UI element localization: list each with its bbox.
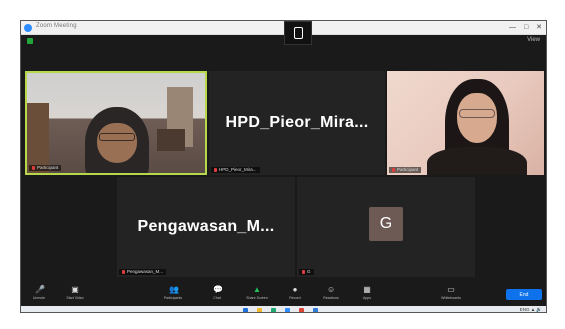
zoom-window: Zoom Meeting — □ ✕ View Participant HPD_… <box>20 20 547 313</box>
whiteboard-icon: ▭ <box>447 285 455 294</box>
mic-muted-icon: 🎤 <box>35 285 45 294</box>
participant-name-tag: HPD_Pieor_Mira... <box>211 167 260 173</box>
window-controls: — □ ✕ <box>503 23 542 31</box>
participant-body <box>427 147 527 175</box>
whiteboards-button[interactable]: ▭ Whiteboards <box>439 286 463 304</box>
windows-taskbar: ENG ▲ 🔊 <box>21 306 546 312</box>
mic-muted-icon <box>302 269 305 274</box>
participant-name: Participant <box>37 165 59 170</box>
mute-label: Unmute <box>32 296 46 300</box>
meeting-toolbar: 🎤 Unmute ▣ Start Video 👥 Participants 💬 … <box>21 283 546 306</box>
close-button[interactable]: ✕ <box>536 24 542 31</box>
end-meeting-button[interactable]: End <box>506 289 542 300</box>
apps-label: Apps <box>363 296 371 300</box>
minimize-button[interactable]: — <box>509 24 516 31</box>
video-tile-active-speaker[interactable]: Participant <box>25 71 207 175</box>
phone-share-icon <box>293 27 303 39</box>
participants-icon: 👥 <box>169 285 179 294</box>
file-explorer-icon[interactable] <box>257 307 262 312</box>
record-button[interactable]: ● Record <box>283 286 307 304</box>
participant-video <box>387 71 544 175</box>
participant-name-tag: Pengawasan_M... <box>119 269 167 275</box>
avatar: G <box>369 207 403 241</box>
participants-label: Participants <box>163 296 183 300</box>
mute-button[interactable]: 🎤 Unmute <box>27 286 51 304</box>
apps-button[interactable]: ▦ Apps <box>355 286 379 304</box>
reactions-label: Reactions <box>323 296 339 300</box>
video-tile[interactable]: Participant <box>387 71 544 175</box>
record-icon: ● <box>292 285 298 294</box>
participant-name-tag: Participant <box>389 167 422 173</box>
window-title: Zoom Meeting <box>36 23 77 29</box>
reactions-button[interactable]: ☺ Reactions <box>319 286 343 304</box>
mic-muted-icon <box>392 167 395 172</box>
participant-face <box>457 93 497 143</box>
participant-name: G <box>307 269 311 274</box>
edge-icon[interactable] <box>271 307 276 312</box>
system-tray[interactable]: ENG ▲ 🔊 <box>520 307 542 312</box>
video-label: Start Video <box>66 296 84 300</box>
participants-button[interactable]: 👥 Participants <box>161 286 185 304</box>
chat-button[interactable]: 💬 Chat <box>205 286 229 304</box>
security-shield-icon[interactable] <box>27 38 33 44</box>
zoom-logo-icon <box>24 24 32 32</box>
participant-display-name: Pengawasan_M... <box>137 218 275 235</box>
participant-name: Participant <box>397 167 419 172</box>
share-screen-label: Share Screen <box>246 296 268 300</box>
participant-name-tag: G <box>299 269 314 275</box>
windows-start-icon[interactable] <box>243 307 248 312</box>
participant-name: HPD_Pieor_Mira... <box>219 167 257 172</box>
apps-icon: ▦ <box>363 285 371 294</box>
mic-muted-icon <box>122 269 125 274</box>
video-tile-avatar[interactable]: G G <box>297 177 475 277</box>
maximize-button[interactable]: □ <box>524 24 528 31</box>
video-icon: ▣ <box>71 285 79 294</box>
screen-share-indicator[interactable] <box>284 21 312 45</box>
record-label: Record <box>289 296 301 300</box>
background-furniture <box>157 129 185 151</box>
participant-glasses <box>99 133 135 141</box>
participant-name-tag: Participant <box>29 165 62 171</box>
view-button[interactable]: View <box>527 37 540 43</box>
background-shelf <box>27 103 49 173</box>
chrome-icon[interactable] <box>299 307 304 312</box>
chat-icon: 💬 <box>213 285 223 294</box>
mic-muted-icon <box>214 167 217 172</box>
reactions-icon: ☺ <box>327 285 336 294</box>
participant-face <box>97 123 137 163</box>
chat-label: Chat <box>213 296 221 300</box>
zoom-icon[interactable] <box>285 307 290 312</box>
participant-display-name: HPD_Pieor_Mira... <box>225 114 369 131</box>
whiteboards-label: Whiteboards <box>441 296 461 300</box>
participant-video <box>27 73 205 173</box>
share-screen-icon: ▲ <box>253 285 261 294</box>
participant-name: Pengawasan_M... <box>127 269 164 274</box>
video-tile-name-only[interactable]: Pengawasan_M... Pengawasan_M... <box>117 177 295 277</box>
share-screen-button[interactable]: ▲ Share Screen <box>245 286 269 304</box>
participant-glasses <box>459 109 495 118</box>
store-icon[interactable] <box>313 307 318 312</box>
mic-muted-icon <box>32 165 35 170</box>
video-tile-name-only[interactable]: HPD_Pieor_Mira... HPD_Pieor_Mira... <box>209 71 385 175</box>
video-button[interactable]: ▣ Start Video <box>63 286 87 304</box>
